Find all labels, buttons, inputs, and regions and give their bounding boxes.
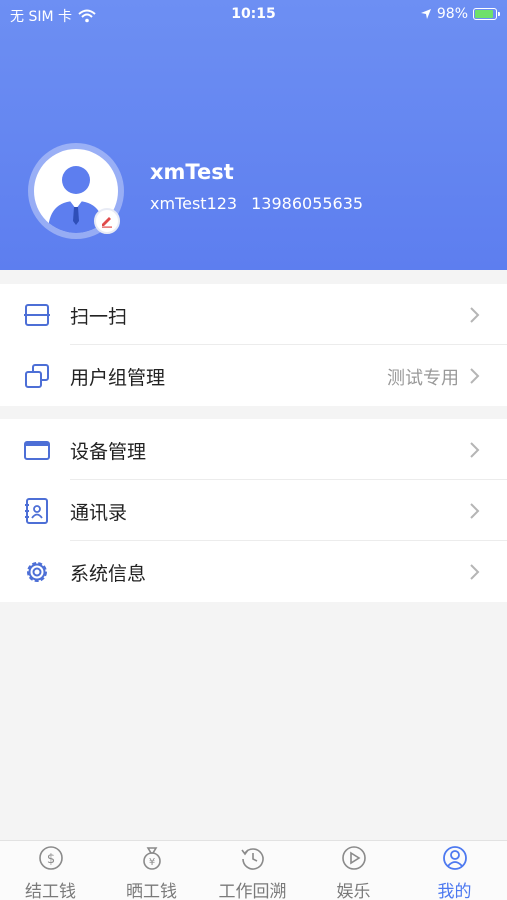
profile-username: xmTest123 [150, 194, 238, 213]
contacts-book-icon [25, 498, 48, 524]
chevron-right-icon [470, 307, 480, 323]
play-circle-icon [342, 846, 366, 870]
menu-group-1: 扫一扫 用户组管理 测试专用 [0, 284, 507, 406]
dollar-circle-icon: $ [39, 846, 63, 870]
scan-icon [24, 304, 50, 326]
menu-item-system-info[interactable]: 系统信息 [0, 541, 507, 602]
menu-item-label: 系统信息 [70, 563, 147, 585]
copy-squares-icon [25, 364, 49, 388]
menu-item-user-group[interactable]: 用户组管理 测试专用 [0, 345, 507, 406]
tab-settle-wages[interactable]: $ 结工钱 [0, 841, 101, 900]
tab-label: 结工钱 [25, 882, 76, 900]
chevron-right-icon [470, 442, 480, 458]
edit-avatar-button[interactable] [94, 208, 120, 234]
user-circle-icon [443, 846, 467, 870]
money-bag-icon: ¥ [143, 847, 161, 870]
menu-item-value: 测试专用 [387, 368, 459, 389]
svg-text:$: $ [47, 852, 55, 867]
menu-item-label: 用户组管理 [70, 367, 166, 389]
menu-group-2: 设备管理 通讯录 系统信息 [0, 419, 507, 602]
menu-item-device-management[interactable]: 设备管理 [0, 419, 507, 480]
tab-label: 我的 [437, 882, 472, 900]
pencil-icon [102, 217, 112, 228]
bottom-tab-bar: $ 结工钱 ¥ 晒工钱 工作回溯 娱乐 我的 [0, 840, 507, 900]
device-icon [24, 441, 50, 460]
tab-label: 娱乐 [336, 882, 371, 900]
svg-text:¥: ¥ [149, 857, 155, 868]
tab-label: 晒工钱 [126, 882, 177, 900]
battery-icon [473, 8, 500, 20]
menu-item-label: 扫一扫 [70, 306, 128, 328]
tab-mine[interactable]: 我的 [404, 841, 505, 900]
chevron-right-icon [470, 503, 480, 519]
menu-item-label: 设备管理 [70, 441, 147, 463]
tab-label: 工作回溯 [218, 882, 287, 900]
tab-work-history[interactable]: 工作回溯 [202, 841, 303, 900]
profile-name: xmTest [150, 160, 234, 184]
profile-phone: 13986055635 [251, 194, 364, 213]
menu-item-label: 通讯录 [70, 502, 128, 524]
chevron-right-icon [470, 368, 480, 384]
battery-percent: 98% [436, 6, 468, 22]
menu-item-contacts[interactable]: 通讯录 [0, 480, 507, 541]
location-arrow-icon [420, 9, 431, 19]
tab-entertainment[interactable]: 娱乐 [303, 841, 404, 900]
gear-icon [27, 562, 47, 582]
tab-share-wages[interactable]: ¥ 晒工钱 [101, 841, 202, 900]
chevron-right-icon [470, 564, 480, 580]
profile-header: 无 SIM 卡 10:15 98% xmTest xmTest123 13986… [0, 0, 507, 270]
status-bar: 无 SIM 卡 10:15 98% [0, 0, 507, 30]
profile-details: xmTest123 13986055635 [150, 194, 363, 213]
menu-item-scan[interactable]: 扫一扫 [0, 284, 507, 345]
history-icon [241, 848, 264, 870]
